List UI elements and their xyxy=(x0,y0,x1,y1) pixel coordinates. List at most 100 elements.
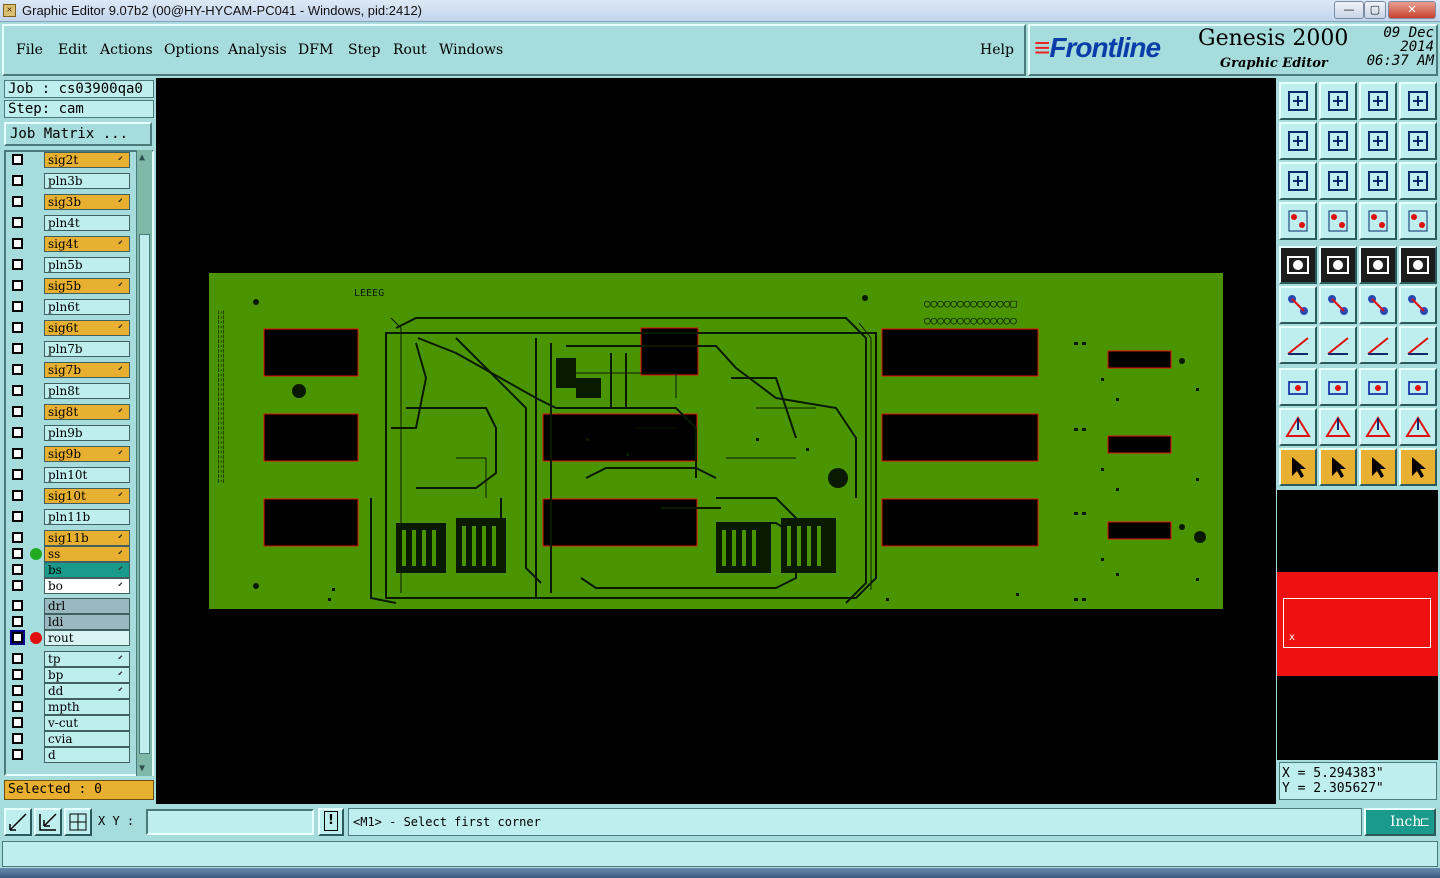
line-edit-button[interactable] xyxy=(1319,326,1357,364)
mirror-button[interactable] xyxy=(1399,326,1437,364)
menu-step[interactable]: Step xyxy=(348,42,380,58)
zoom-back-button[interactable] xyxy=(34,808,62,836)
layer-row-pln4t[interactable]: pln4t xyxy=(8,215,132,232)
layer-row-pln7b[interactable]: pln7b xyxy=(8,341,132,358)
graphic-canvas[interactable]: LEEEG ○○○○○○○○○○○○○□ ○○○○○○○○○○○○○○ ΞΞΞΞ… xyxy=(156,78,1276,804)
scroll-up-icon[interactable]: ▲ xyxy=(139,152,145,163)
panel-button[interactable] xyxy=(1399,82,1437,120)
layer-name[interactable]: mpth xyxy=(44,699,130,715)
layer-row-pln8t[interactable]: pln8t xyxy=(8,383,132,400)
layer-name[interactable]: pln6t xyxy=(44,299,130,315)
layer-checkbox[interactable] xyxy=(12,653,23,664)
menu-edit[interactable]: Edit xyxy=(58,42,87,58)
scroll-thumb[interactable] xyxy=(139,234,150,754)
layer-row-mpth[interactable]: mpth xyxy=(8,699,132,716)
help-button[interactable] xyxy=(1399,162,1437,200)
cross-button[interactable] xyxy=(1319,286,1357,324)
layer-name[interactable]: pln7b xyxy=(44,341,130,357)
layer-checkbox[interactable] xyxy=(12,548,23,559)
layer-row-ldi[interactable]: ldi xyxy=(8,614,132,631)
stop-button[interactable] xyxy=(1399,246,1437,284)
zoom-in-layer-button[interactable] xyxy=(1279,82,1317,120)
menu-options[interactable]: Options xyxy=(164,42,219,58)
snap-button[interactable] xyxy=(1399,122,1437,160)
layer-checkbox[interactable] xyxy=(12,564,23,575)
overview-panel[interactable]: x xyxy=(1277,490,1438,760)
layer-row-ss[interactable]: ss ⬋ xyxy=(8,546,132,563)
pan-right-button[interactable] xyxy=(1319,122,1357,160)
job-matrix-button[interactable]: Job Matrix ... xyxy=(4,122,152,146)
layer-row-cvia[interactable]: cvia xyxy=(8,731,132,748)
layer-checkbox[interactable] xyxy=(12,175,23,186)
layer-name[interactable]: pln9b xyxy=(44,425,130,441)
pan-left-button[interactable] xyxy=(1279,122,1317,160)
layer-row-sig10t[interactable]: sig10t ⬋ xyxy=(8,488,132,505)
select-poly-button[interactable] xyxy=(1399,448,1437,486)
layer-row-sig3b[interactable]: sig3b ⬋ xyxy=(8,194,132,211)
settings-button[interactable] xyxy=(1279,202,1317,240)
layer-checkbox[interactable] xyxy=(12,669,23,680)
triangle-4-button[interactable] xyxy=(1399,408,1437,446)
layer-row-dd[interactable]: dd ⬋ xyxy=(8,683,132,700)
layer-row-v-cut[interactable]: v-cut xyxy=(8,715,132,732)
menu-rout[interactable]: Rout xyxy=(393,42,427,58)
layer-checkbox[interactable] xyxy=(12,733,23,744)
add-line-button[interactable] xyxy=(1359,286,1397,324)
layer-checkbox[interactable] xyxy=(12,238,23,249)
layer-row-sig2t[interactable]: sig2t ⬋ xyxy=(8,152,132,169)
maximize-button[interactable]: ▢ xyxy=(1364,1,1386,19)
layer-row-sig4t[interactable]: sig4t ⬋ xyxy=(8,236,132,253)
layer-checkbox[interactable] xyxy=(12,406,23,417)
menu-analysis[interactable]: Analysis xyxy=(228,42,287,58)
layer-checkbox[interactable] xyxy=(12,532,23,543)
layer-row-bs[interactable]: bs ⬋ xyxy=(8,562,132,579)
xy-input[interactable] xyxy=(146,809,314,835)
layer-row-pln3b[interactable]: pln3b xyxy=(8,173,132,190)
layer-row-pln11b[interactable]: pln11b xyxy=(8,509,132,526)
triangle-2-button[interactable] xyxy=(1319,408,1357,446)
layer-name[interactable]: cvia xyxy=(44,731,130,747)
layer-row-rout[interactable]: rout xyxy=(8,630,132,647)
layer-row-d[interactable]: d xyxy=(8,747,132,764)
layer-name[interactable]: ldi xyxy=(44,614,130,630)
zoom-out-layer-button[interactable] xyxy=(1319,82,1357,120)
select-button[interactable] xyxy=(1279,448,1317,486)
layer-name[interactable]: drl xyxy=(44,598,130,614)
layer-row-tp[interactable]: tp ⬋ xyxy=(8,651,132,668)
select-box-button[interactable] xyxy=(1319,448,1357,486)
group-button[interactable] xyxy=(1399,368,1437,406)
close-button[interactable]: ✕ xyxy=(1388,1,1436,19)
layer-checkbox[interactable] xyxy=(10,630,25,645)
layer-row-sig8t[interactable]: sig8t ⬋ xyxy=(8,404,132,421)
menu-file[interactable]: File xyxy=(16,42,43,58)
layer-name[interactable]: pln11b xyxy=(44,509,130,525)
grid-button[interactable] xyxy=(1319,202,1357,240)
menu-help[interactable]: Help xyxy=(980,42,1014,58)
layer-row-sig5b[interactable]: sig5b ⬋ xyxy=(8,278,132,295)
layer-compare-2-button[interactable] xyxy=(1399,202,1437,240)
layer-row-pln6t[interactable]: pln6t xyxy=(8,299,132,316)
erase-button[interactable] xyxy=(1319,246,1357,284)
divide-button[interactable] xyxy=(1319,368,1357,406)
layer-scrollbar[interactable]: ▲ ▼ xyxy=(136,150,152,776)
home-button[interactable] xyxy=(1359,82,1397,120)
menu-actions[interactable]: Actions xyxy=(100,42,153,58)
layer-row-bp[interactable]: bp ⬋ xyxy=(8,667,132,684)
route-button[interactable] xyxy=(1279,286,1317,324)
one-to-two-button[interactable] xyxy=(1359,162,1397,200)
layer-checkbox[interactable] xyxy=(12,511,23,522)
layer-row-sig7b[interactable]: sig7b ⬋ xyxy=(8,362,132,379)
angle-button[interactable] xyxy=(1279,326,1317,364)
rotate-button[interactable] xyxy=(1359,326,1397,364)
fit-zoom-button[interactable] xyxy=(1279,162,1317,200)
layer-checkbox[interactable] xyxy=(12,600,23,611)
triangle-3-button[interactable] xyxy=(1359,408,1397,446)
layer-name[interactable]: v-cut xyxy=(44,715,130,731)
layer-checkbox[interactable] xyxy=(12,217,23,228)
layer-checkbox[interactable] xyxy=(12,490,23,501)
layer-checkbox[interactable] xyxy=(12,154,23,165)
layer-checkbox[interactable] xyxy=(12,469,23,480)
triangle-1-button[interactable] xyxy=(1279,408,1317,446)
layer-name[interactable]: pln5b xyxy=(44,257,130,273)
layer-checkbox[interactable] xyxy=(12,280,23,291)
